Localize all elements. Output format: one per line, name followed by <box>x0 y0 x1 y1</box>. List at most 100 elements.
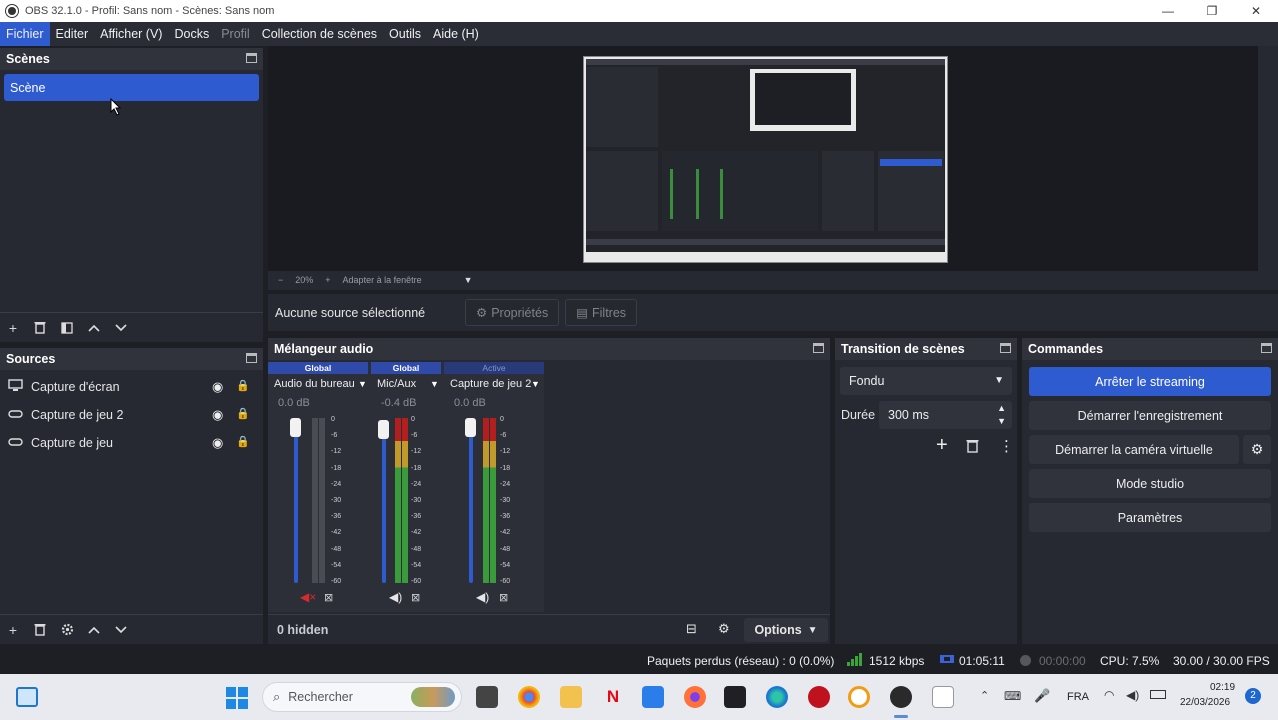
spin-up-icon[interactable]: ▲ <box>997 403 1006 413</box>
monitor-settings-icon[interactable]: ⊠ <box>499 591 508 604</box>
move-scene-up-button[interactable] <box>87 321 101 335</box>
volume-icon[interactable]: ◀) <box>1126 688 1139 702</box>
zoom-dropdown-caret[interactable]: ▼ <box>464 275 473 285</box>
layout-toggle-icon[interactable]: ⊟ <box>686 621 697 637</box>
notification-badge[interactable]: 2 <box>1245 688 1261 704</box>
start-recording-button[interactable]: Démarrer l'enregistrement <box>1029 401 1271 430</box>
edge-icon[interactable] <box>766 686 788 708</box>
add-source-button[interactable]: + <box>6 623 20 637</box>
properties-button[interactable]: ⚙ Propriétés <box>465 299 560 326</box>
store-icon[interactable] <box>642 686 664 708</box>
volume-slider-track[interactable] <box>382 430 386 583</box>
remove-source-button[interactable] <box>33 623 47 637</box>
speaker-icon[interactable]: ◀) <box>476 590 489 604</box>
lock-icon[interactable]: 🔒 <box>236 407 250 420</box>
muted-speaker-icon[interactable]: ◀× <box>300 590 316 604</box>
battery-icon[interactable] <box>1150 690 1166 699</box>
undock-icon[interactable] <box>246 353 257 363</box>
minimize-button[interactable]: — <box>1146 0 1190 22</box>
undock-icon[interactable] <box>813 343 824 353</box>
remove-scene-button[interactable] <box>33 321 47 335</box>
spin-down-icon[interactable]: ▼ <box>997 416 1006 426</box>
menu-outils[interactable]: Outils <box>383 22 427 46</box>
menu-docks[interactable]: Docks <box>168 22 215 46</box>
scene-filters-button[interactable] <box>60 321 74 335</box>
clock-time[interactable]: 02:19 <box>1210 682 1235 693</box>
channel-menu-caret[interactable]: ▼ <box>531 379 540 389</box>
maximize-button[interactable]: ❐ <box>1190 0 1234 22</box>
obs-taskbar-icon[interactable] <box>890 686 912 708</box>
mixer-options-button[interactable]: Options ▼ <box>744 618 828 642</box>
move-source-up-button[interactable] <box>87 623 101 637</box>
task-view-icon[interactable] <box>476 686 498 708</box>
lock-icon[interactable]: 🔒 <box>236 435 250 448</box>
channel-name[interactable]: Audio du bureau <box>274 378 355 390</box>
move-scene-down-button[interactable] <box>114 321 128 335</box>
document-icon[interactable] <box>932 686 954 708</box>
speaker-icon[interactable]: ◀) <box>389 590 402 604</box>
wifi-icon[interactable]: ◠ <box>1104 688 1114 702</box>
fit-window-label[interactable]: Adapter à la fenêtre <box>343 275 422 285</box>
microphone-icon[interactable]: 🎤 <box>1034 688 1050 704</box>
clock-date[interactable]: 22/03/2026 <box>1180 697 1230 708</box>
channel-menu-caret[interactable]: ▼ <box>430 379 439 389</box>
duration-spinbox[interactable]: 300 ms ▲ ▼ <box>879 401 1012 429</box>
menu-editer[interactable]: Editer <box>50 22 95 46</box>
menu-aide[interactable]: Aide (H) <box>427 22 485 46</box>
menu-collection-scenes[interactable]: Collection de scènes <box>256 22 383 46</box>
studio-mode-button[interactable]: Mode studio <box>1029 469 1271 498</box>
channel-name[interactable]: Mic/Aux <box>377 378 416 390</box>
app-icon[interactable] <box>808 686 830 708</box>
undock-icon[interactable] <box>246 53 257 63</box>
source-properties-button[interactable] <box>60 623 74 637</box>
add-scene-button[interactable]: + <box>6 321 20 335</box>
zoom-out-button[interactable]: − <box>278 275 283 285</box>
eye-icon[interactable]: ◉ <box>212 407 223 423</box>
widgets-icon[interactable] <box>16 687 38 707</box>
menu-afficher[interactable]: Afficher (V) <box>94 22 168 46</box>
scene-item[interactable]: Scène <box>4 74 259 101</box>
transition-type-select[interactable]: Fondu ▼ <box>840 367 1012 395</box>
windows-start-icon[interactable] <box>226 687 248 709</box>
lock-icon[interactable]: 🔒 <box>236 379 250 392</box>
move-source-down-button[interactable] <box>114 623 128 637</box>
add-transition-button[interactable]: + <box>936 434 948 457</box>
eye-icon[interactable]: ◉ <box>212 379 223 395</box>
source-item[interactable]: Capture de jeu 2 ◉ 🔒 <box>0 401 263 429</box>
transition-more-icon[interactable]: ⋮ <box>999 437 1014 455</box>
volume-slider-track[interactable] <box>294 430 298 583</box>
volume-slider-knob[interactable] <box>465 418 476 437</box>
chrome-icon[interactable] <box>518 686 540 708</box>
taskbar-search[interactable]: ⌕ Rechercher <box>262 682 462 712</box>
app-icon[interactable] <box>848 686 870 708</box>
advanced-audio-icon[interactable]: ⚙ <box>718 621 730 637</box>
settings-button[interactable]: Paramètres <box>1029 503 1271 532</box>
app-icon[interactable] <box>724 686 746 708</box>
hidden-count[interactable]: 0 hidden <box>277 623 328 637</box>
zoom-in-button[interactable]: + <box>325 275 330 285</box>
channel-menu-caret[interactable]: ▼ <box>358 379 367 389</box>
remove-transition-button[interactable] <box>966 439 979 456</box>
volume-slider-knob[interactable] <box>378 420 389 439</box>
netflix-icon[interactable]: N <box>602 686 624 708</box>
stop-streaming-button[interactable]: Arrêter le streaming <box>1029 367 1271 396</box>
language-indicator[interactable]: FRA <box>1067 691 1089 703</box>
virtual-camera-settings-button[interactable]: ⚙ <box>1243 435 1271 464</box>
keyboard-icon[interactable]: ⌨ <box>1004 689 1021 703</box>
close-button[interactable]: ✕ <box>1234 0 1278 22</box>
eye-icon[interactable]: ◉ <box>212 435 223 451</box>
start-virtual-camera-button[interactable]: Démarrer la caméra virtuelle <box>1029 435 1239 464</box>
menu-fichier[interactable]: Fichier <box>0 22 50 46</box>
monitor-settings-icon[interactable]: ⊠ <box>324 591 333 604</box>
monitor-settings-icon[interactable]: ⊠ <box>411 591 420 604</box>
source-item[interactable]: Capture de jeu ◉ 🔒 <box>0 429 263 457</box>
undock-icon[interactable] <box>1261 343 1272 353</box>
file-explorer-icon[interactable] <box>560 686 582 708</box>
undock-icon[interactable] <box>1000 343 1011 353</box>
source-item[interactable]: Capture d'écran ◉ 🔒 <box>0 373 263 401</box>
volume-slider-knob[interactable] <box>290 418 301 437</box>
menu-profil[interactable]: Profil <box>215 22 255 46</box>
filters-button[interactable]: ▤ Filtres <box>565 299 638 326</box>
channel-name[interactable]: Capture de jeu 2 <box>450 378 531 390</box>
tray-overflow-icon[interactable]: ⌃ <box>980 689 989 702</box>
